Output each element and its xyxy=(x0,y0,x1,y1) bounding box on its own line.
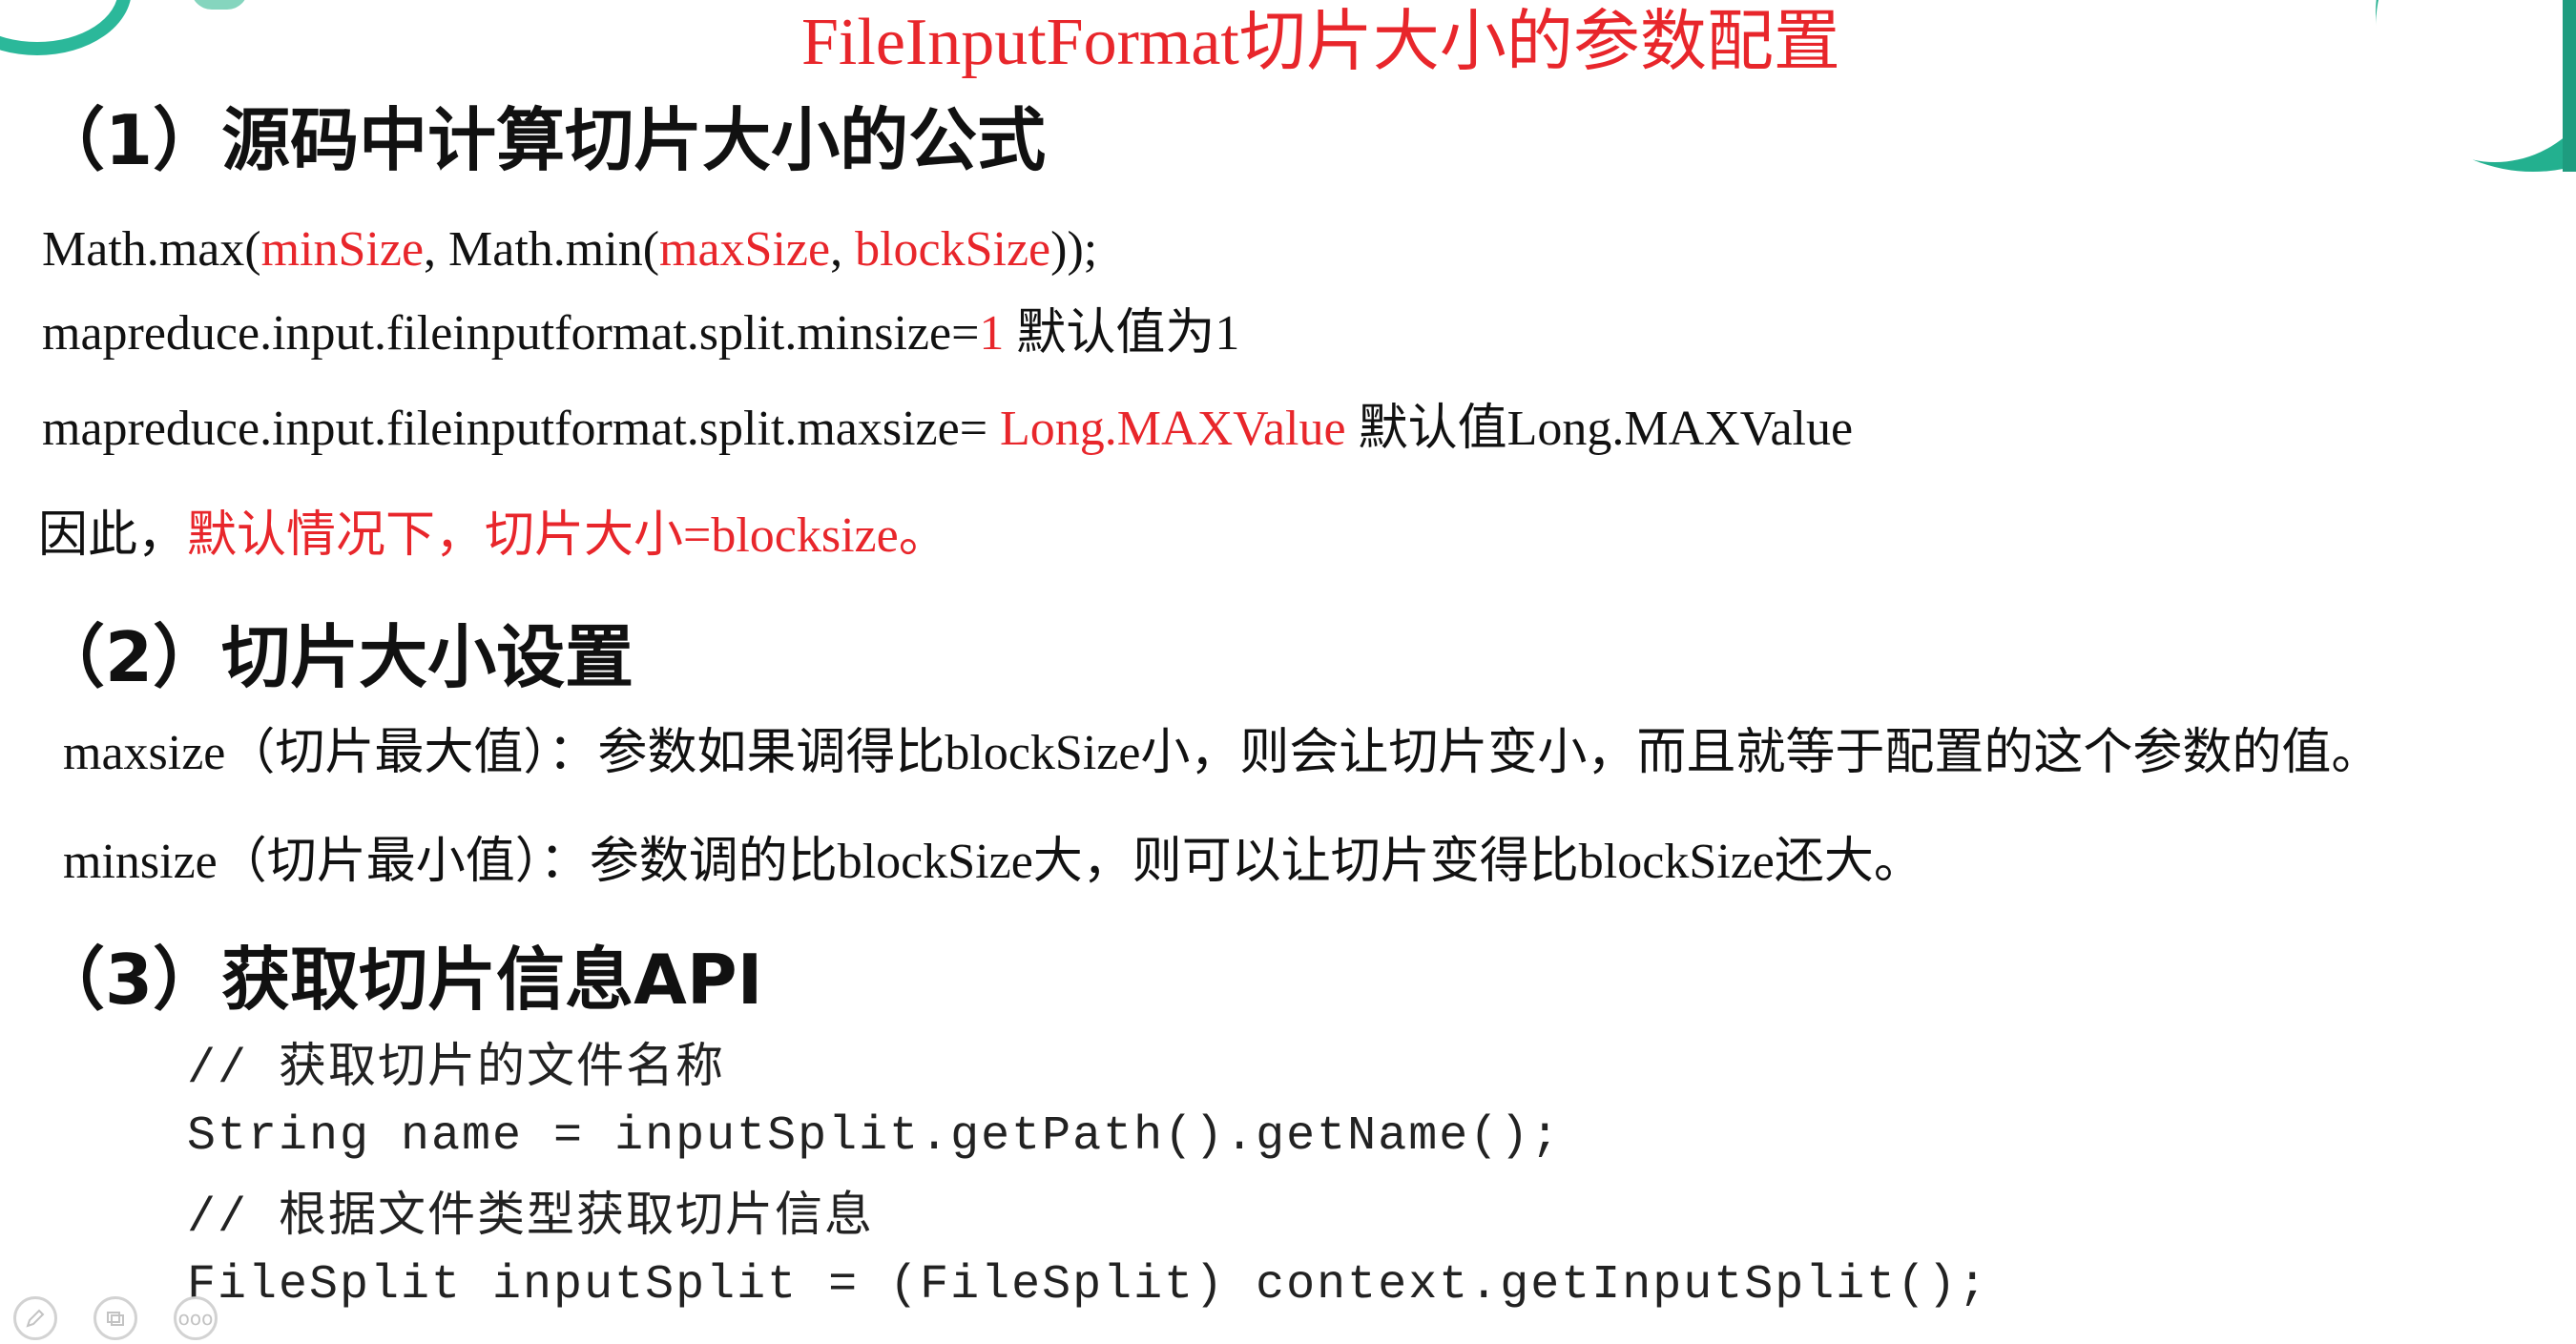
minsize-config-value: 1 xyxy=(979,306,1005,361)
corner-decoration-right-edge xyxy=(2563,0,2576,172)
formula-text: Math.max( xyxy=(42,222,261,277)
code-comment-split-info: // 根据文件类型获取切片信息 xyxy=(187,1191,875,1246)
minsize-config-line: mapreduce.input.fileinputformat.split.mi… xyxy=(42,303,1239,364)
slides-icon[interactable] xyxy=(93,1296,137,1340)
formula-minsize: minSize xyxy=(260,222,425,277)
corner-decoration-left-dot xyxy=(191,0,248,10)
maxsize-config-note: 默认值Long.MAXValue xyxy=(1345,402,1854,456)
formula-text: )); xyxy=(1050,222,1098,277)
more-icon[interactable]: ooo xyxy=(174,1296,218,1340)
formula-text: , xyxy=(830,222,856,277)
corner-decoration-left xyxy=(0,0,132,55)
formula-maxsize: maxSize xyxy=(659,222,831,277)
conclusion-line: 因此，默认情况下，切片大小=blocksize。 xyxy=(38,506,948,567)
maxsize-config-key: mapreduce.input.fileinputformat.split.ma… xyxy=(42,402,1001,456)
minsize-config-key: mapreduce.input.fileinputformat.split.mi… xyxy=(42,306,980,361)
formula-text: , Math.min( xyxy=(424,222,660,277)
pen-icon[interactable] xyxy=(13,1296,57,1340)
code-line-get-split: FileSplit inputSplit = (FileSplit) conte… xyxy=(187,1258,1989,1313)
section-3-heading: （3）获取切片信息API xyxy=(36,940,763,1020)
maxsize-config-line: mapreduce.input.fileinputformat.split.ma… xyxy=(42,399,1853,460)
minsize-config-note: 默认值为1 xyxy=(1004,306,1240,361)
conclusion-highlight: 默认情况下，切片大小=blocksize。 xyxy=(187,508,948,563)
code-line-get-name: String name = inputSplit.getPath().getNa… xyxy=(187,1109,1562,1164)
code-comment-filename: // 获取切片的文件名称 xyxy=(187,1043,726,1097)
corner-decoration-right-inner xyxy=(2376,0,2576,162)
formula-line: Math.max(minSize, Math.min(maxSize, bloc… xyxy=(42,219,1097,280)
presenter-toolbar: ooo xyxy=(13,1296,218,1340)
section-2-heading: （2）切片大小设置 xyxy=(36,617,634,697)
maxsize-config-value: Long.MAXValue xyxy=(1000,402,1346,456)
slide-title: FileInputFormat切片大小的参数配置 xyxy=(801,6,1840,79)
section-1-heading: （1）源码中计算切片大小的公式 xyxy=(36,100,1047,180)
minsize-description: minsize（切片最小值）：参数调的比blockSize大，则可以让切片变得比… xyxy=(63,835,1923,889)
formula-blocksize: blockSize xyxy=(855,222,1051,277)
conclusion-prefix: 因此， xyxy=(38,508,188,563)
maxsize-description: maxsize（切片最大值）：参数如果调得比blockSize小，则会让切片变小… xyxy=(63,726,2381,780)
